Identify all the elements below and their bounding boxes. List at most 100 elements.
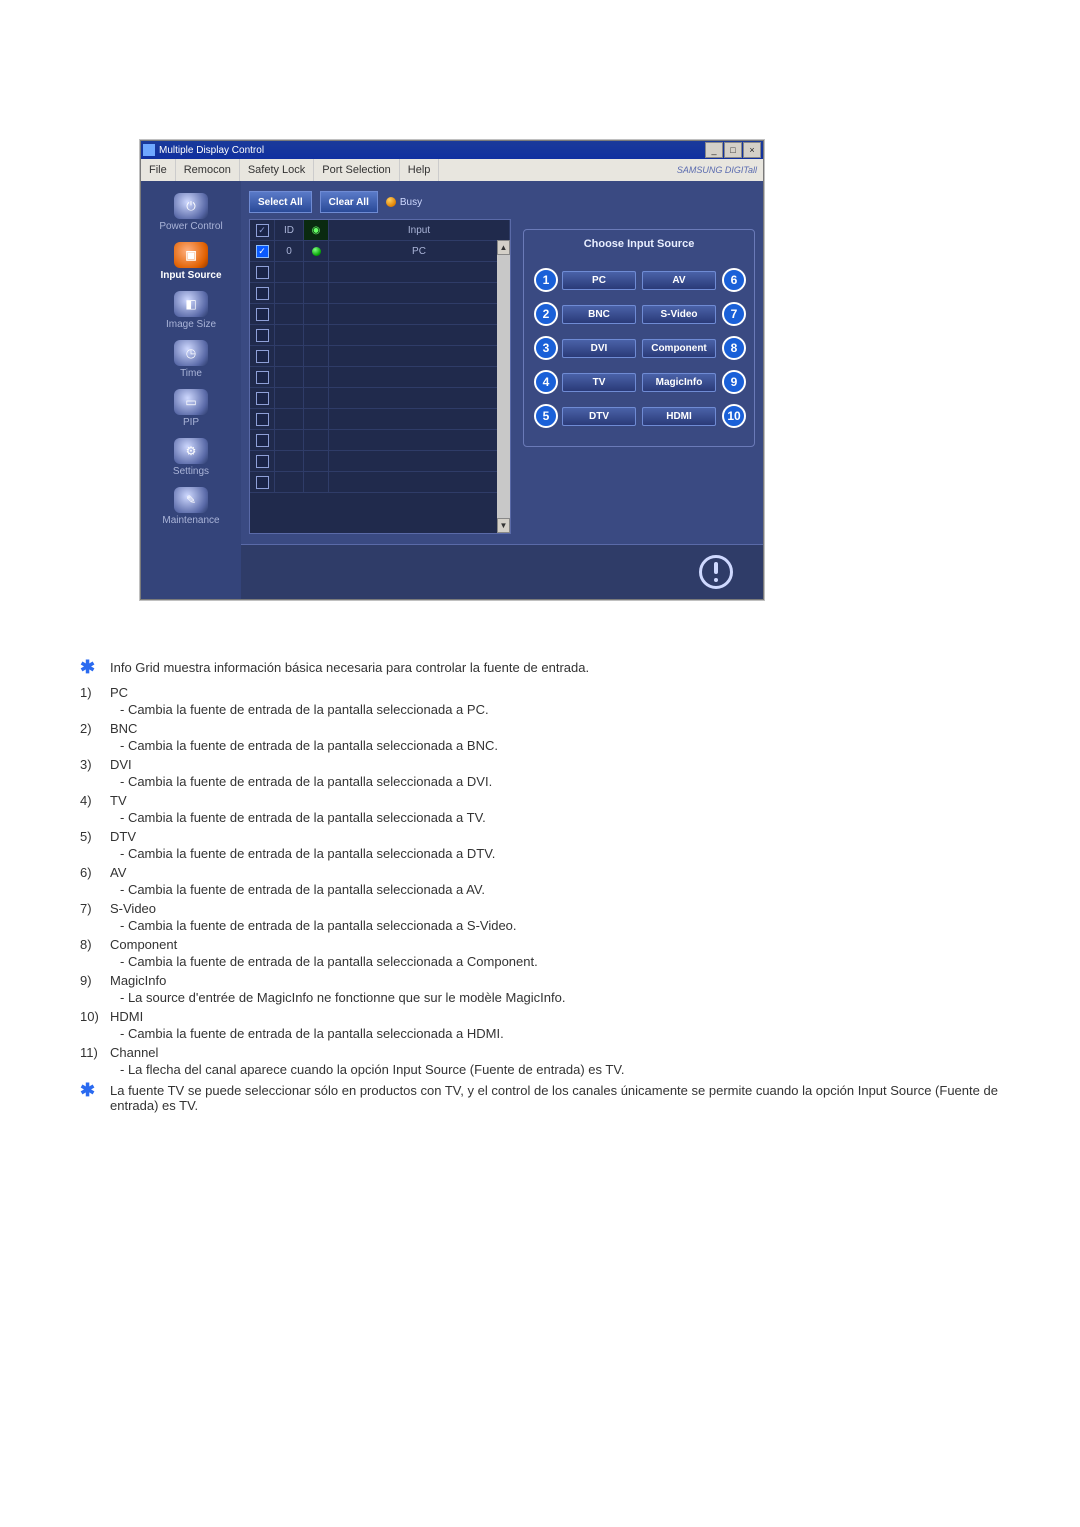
grid-scrollbar[interactable]: ▲ ▼: [497, 240, 510, 533]
scroll-down-icon[interactable]: ▼: [497, 518, 510, 533]
row-checkbox[interactable]: [250, 283, 275, 303]
app-window: Multiple Display Control _ □ × File Remo…: [140, 140, 764, 600]
item-number: 7): [80, 901, 110, 933]
item-detail: - Cambia la fuente de entrada de la pant…: [110, 882, 1000, 897]
row-status: [304, 262, 329, 282]
item-label: Channel: [110, 1045, 1000, 1060]
item-number: 10): [80, 1009, 110, 1041]
row-input: [329, 430, 510, 450]
table-row[interactable]: [250, 388, 510, 409]
menu-port-selection[interactable]: Port Selection: [314, 159, 399, 181]
table-row[interactable]: [250, 262, 510, 283]
item-number: 4): [80, 793, 110, 825]
scroll-track[interactable]: [497, 255, 510, 518]
intro-text: Info Grid muestra información básica nec…: [110, 660, 1000, 675]
source-s-video-button[interactable]: S-Video: [642, 305, 716, 324]
item-detail: - Cambia la fuente de entrada de la pant…: [110, 846, 1000, 861]
row-checkbox[interactable]: [250, 409, 275, 429]
source-av-button[interactable]: AV: [642, 271, 716, 290]
scroll-up-icon[interactable]: ▲: [497, 240, 510, 255]
minimize-button[interactable]: _: [705, 142, 723, 158]
star-icon: ✱: [80, 660, 110, 675]
menu-remocon[interactable]: Remocon: [176, 159, 240, 181]
callout-2: 2: [534, 302, 558, 326]
source-bnc-button[interactable]: BNC: [562, 305, 636, 324]
intro-note: ✱ Info Grid muestra información básica n…: [80, 660, 1000, 675]
row-input: [329, 451, 510, 471]
item-number: 6): [80, 865, 110, 897]
item-label: S-Video: [110, 901, 1000, 916]
row-id: 0: [275, 241, 304, 261]
callout-5: 5: [534, 404, 558, 428]
sidebar-item-settings[interactable]: ⚙Settings: [141, 434, 241, 483]
row-checkbox[interactable]: [250, 304, 275, 324]
table-row[interactable]: [250, 430, 510, 451]
row-checkbox[interactable]: [250, 367, 275, 387]
sidebar-item-input-source[interactable]: ▣Input Source: [141, 238, 241, 287]
row-id: [275, 304, 304, 324]
list-item: 9)MagicInfo- La source d'entrée de Magic…: [80, 973, 1000, 1005]
menu-file[interactable]: File: [141, 159, 176, 181]
row-checkbox[interactable]: ✓: [250, 241, 275, 261]
list-item: 7)S-Video- Cambia la fuente de entrada d…: [80, 901, 1000, 933]
sidebar-item-time[interactable]: ◷Time: [141, 336, 241, 385]
select-all-button[interactable]: Select All: [249, 191, 312, 213]
table-row[interactable]: ✓0PC: [250, 241, 510, 262]
table-row[interactable]: [250, 304, 510, 325]
table-row[interactable]: [250, 367, 510, 388]
row-checkbox[interactable]: [250, 430, 275, 450]
row-id: [275, 262, 304, 282]
row-checkbox[interactable]: [250, 472, 275, 492]
list-item: 1)PC- Cambia la fuente de entrada de la …: [80, 685, 1000, 717]
brand-label: SAMSUNG DIGITall: [677, 165, 763, 175]
table-row[interactable]: [250, 325, 510, 346]
star-icon: ✱: [80, 1083, 110, 1113]
row-checkbox[interactable]: [250, 262, 275, 282]
item-label: MagicInfo: [110, 973, 1000, 988]
item-label: PC: [110, 685, 1000, 700]
row-status: [304, 346, 329, 366]
header-input: Input: [329, 220, 510, 240]
sidebar-item-pip[interactable]: ▭PIP: [141, 385, 241, 434]
source-dtv-button[interactable]: DTV: [562, 407, 636, 426]
table-row[interactable]: [250, 283, 510, 304]
sidebar-item-maintenance[interactable]: ✎Maintenance: [141, 483, 241, 532]
close-button[interactable]: ×: [743, 142, 761, 158]
item-detail: - Cambia la fuente de entrada de la pant…: [110, 774, 1000, 789]
row-id: [275, 451, 304, 471]
table-row[interactable]: [250, 451, 510, 472]
source-dvi-button[interactable]: DVI: [562, 339, 636, 358]
header-checkbox-cell[interactable]: ✓: [250, 220, 275, 240]
row-checkbox[interactable]: [250, 325, 275, 345]
source-pc-button[interactable]: PC: [562, 271, 636, 290]
menu-help[interactable]: Help: [400, 159, 440, 181]
row-status: [304, 304, 329, 324]
row-status: [304, 430, 329, 450]
list-item: 5)DTV- Cambia la fuente de entrada de la…: [80, 829, 1000, 861]
row-checkbox[interactable]: [250, 388, 275, 408]
sidebar-icon: ⏻: [174, 193, 208, 219]
menu-safety-lock[interactable]: Safety Lock: [240, 159, 314, 181]
maximize-button[interactable]: □: [724, 142, 742, 158]
item-number: 11): [80, 1045, 110, 1077]
sidebar-item-power-control[interactable]: ⏻Power Control: [141, 189, 241, 238]
source-magicinfo-button[interactable]: MagicInfo: [642, 373, 716, 392]
sidebar-item-label: PIP: [141, 417, 241, 428]
item-label: Component: [110, 937, 1000, 952]
sidebar-item-image-size[interactable]: ◧Image Size: [141, 287, 241, 336]
clear-all-button[interactable]: Clear All: [320, 191, 378, 213]
callout-1: 1: [534, 268, 558, 292]
source-tv-button[interactable]: TV: [562, 373, 636, 392]
table-row[interactable]: [250, 409, 510, 430]
input-source-panel: Choose Input Source 1PCAV62BNCS-Video73D…: [523, 229, 755, 447]
footer-bar: [241, 544, 763, 599]
source-hdmi-button[interactable]: HDMI: [642, 407, 716, 426]
item-number: 5): [80, 829, 110, 861]
table-row[interactable]: [250, 346, 510, 367]
row-checkbox[interactable]: [250, 451, 275, 471]
row-checkbox[interactable]: [250, 346, 275, 366]
description-block: ✱ Info Grid muestra información básica n…: [80, 660, 1000, 1113]
table-row[interactable]: [250, 472, 510, 493]
source-component-button[interactable]: Component: [642, 339, 716, 358]
callout-9: 9: [722, 370, 746, 394]
